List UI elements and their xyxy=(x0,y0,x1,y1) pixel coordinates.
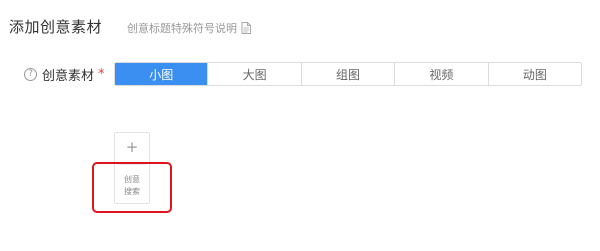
required-mark: * xyxy=(98,67,105,82)
creative-material-label-text: 创意素材 xyxy=(42,69,95,84)
creative-search-line1: 创意 xyxy=(124,175,140,184)
tab-large-image[interactable]: 大图 xyxy=(207,63,301,85)
special-symbols-help-link[interactable]: 创意标题特殊符号说明 xyxy=(127,20,251,36)
creative-search-button[interactable]: 创意 搜索 xyxy=(115,174,149,198)
creative-material-label: ? 创意素材 * xyxy=(24,65,105,84)
document-icon xyxy=(241,22,251,34)
plus-icon[interactable]: + xyxy=(115,139,149,155)
special-symbols-help-text: 创意标题特殊符号说明 xyxy=(127,22,237,35)
material-type-tabs: 小图 大图 组图 视频 动图 xyxy=(114,62,582,86)
question-circle-icon[interactable]: ? xyxy=(24,68,37,81)
tab-image-group[interactable]: 组图 xyxy=(300,63,395,85)
card-divider xyxy=(117,164,147,165)
creative-search-line2: 搜索 xyxy=(124,187,140,196)
tab-small-image[interactable]: 小图 xyxy=(115,63,208,85)
page: 添加创意素材 创意标题特殊符号说明 ? 创意素材 * 小图 大图 组图 视频 动… xyxy=(0,0,600,251)
add-material-card[interactable]: + 创意 搜索 xyxy=(114,132,150,204)
page-title: 添加创意素材 xyxy=(9,18,103,36)
tab-animated-image[interactable]: 动图 xyxy=(487,63,581,85)
tab-video[interactable]: 视频 xyxy=(394,63,488,85)
